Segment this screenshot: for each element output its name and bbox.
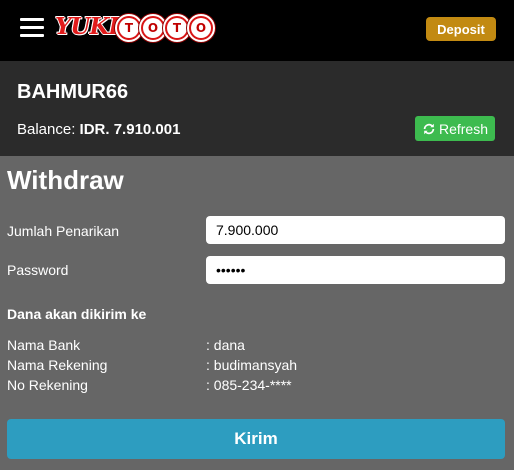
bank-name-value: : dana xyxy=(206,337,245,353)
hamburger-menu-icon[interactable] xyxy=(20,17,44,39)
balance-value: IDR. 7.910.001 xyxy=(79,121,181,138)
logo-ball: O xyxy=(187,14,215,42)
balance-label: Balance: xyxy=(17,121,76,138)
account-number-label: No Rekening xyxy=(7,377,88,393)
account-name-value: : budimansyah xyxy=(206,357,298,373)
account-number-value: : 085-234-**** xyxy=(206,377,292,393)
password-label: Password xyxy=(7,262,69,278)
logo-balls: T O T O xyxy=(115,14,215,42)
amount-input[interactable] xyxy=(206,216,505,244)
balance: Balance: IDR. 7.910.001 xyxy=(17,121,180,138)
username: BAHMUR66 xyxy=(17,81,129,103)
amount-label: Jumlah Penarikan xyxy=(7,223,120,239)
destination-heading: Dana akan dikirim ke xyxy=(7,306,147,322)
menu-line xyxy=(20,26,44,29)
refresh-label: Refresh xyxy=(438,120,489,137)
site-logo[interactable]: YUKI T O T O xyxy=(55,12,215,44)
refresh-button[interactable]: Refresh xyxy=(415,116,495,141)
top-bar: YUKI T O T O Deposit xyxy=(0,0,514,61)
menu-line xyxy=(20,34,44,37)
password-input[interactable] xyxy=(206,256,505,284)
submit-button[interactable]: Kirim xyxy=(7,419,505,459)
page-title: Withdraw xyxy=(7,165,124,195)
deposit-button[interactable]: Deposit xyxy=(426,17,496,41)
refresh-icon xyxy=(423,123,435,134)
account-panel: BAHMUR66 Balance: IDR. 7.910.001 Refresh xyxy=(0,61,514,156)
logo-word: YUKI xyxy=(55,13,119,40)
account-name-label: Nama Rekening xyxy=(7,357,108,373)
menu-line xyxy=(20,18,44,21)
bank-name-label: Nama Bank xyxy=(7,337,81,353)
